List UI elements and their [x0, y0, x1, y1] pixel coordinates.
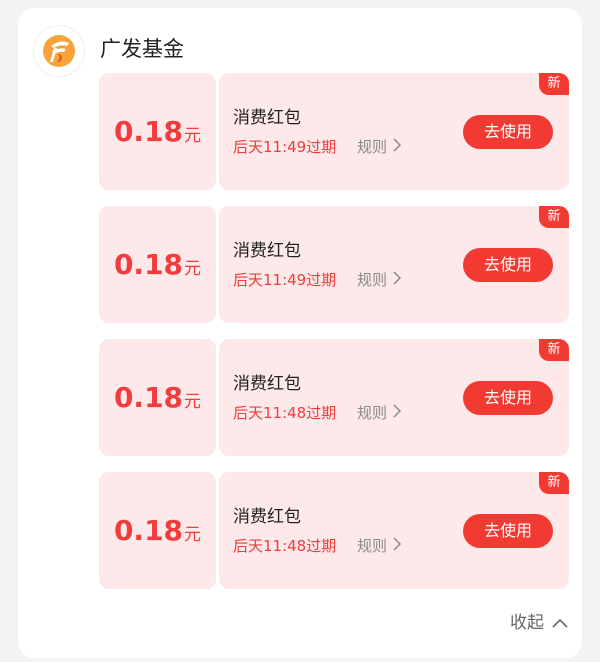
new-badge: 新 [539, 339, 569, 361]
chevron-up-icon [552, 612, 568, 634]
coupon-title: 消费红包 [233, 374, 301, 394]
coupon-amount-unit: 元 [184, 126, 202, 146]
chevron-right-icon [393, 270, 402, 290]
coupon-rule-label: 规则 [357, 271, 388, 289]
coupon-amount-value: 0.18 [113, 381, 184, 414]
chevron-right-icon [393, 536, 402, 556]
coupon-detail-panel: 消费红包 后天11:48过期 规则 去使用 新 [219, 339, 569, 456]
coupon-amount-unit: 元 [184, 259, 202, 279]
coupon-amount: 0.18元 [114, 248, 201, 281]
coupon-amount: 0.18元 [114, 381, 201, 414]
gf-fund-logo-icon [33, 25, 85, 77]
coupon-rule-link[interactable]: 规则 [357, 137, 402, 157]
new-badge: 新 [539, 73, 569, 95]
coupon-amount-value: 0.18 [113, 115, 184, 148]
coupon-rule-link[interactable]: 规则 [357, 403, 402, 423]
coupon-title: 消费红包 [233, 241, 301, 261]
coupon-card: 0.18元 消费红包 后天11:49过期 规则 去使用 新 [99, 73, 569, 190]
coupon-card: 0.18元 消费红包 后天11:48过期 规则 去使用 新 [99, 339, 569, 456]
coupon-amount-panel: 0.18元 [99, 73, 216, 190]
use-coupon-button[interactable]: 去使用 [463, 381, 553, 415]
coupon-amount-value: 0.18 [113, 514, 184, 547]
collapse-button[interactable]: 收起 [510, 612, 568, 634]
coupon-detail-panel: 消费红包 后天11:49过期 规则 去使用 新 [219, 206, 569, 323]
coupon-detail-panel: 消费红包 后天11:48过期 规则 去使用 新 [219, 472, 569, 589]
coupon-rule-link[interactable]: 规则 [357, 536, 402, 556]
coupon-amount-panel: 0.18元 [99, 472, 216, 589]
use-coupon-button[interactable]: 去使用 [463, 514, 553, 548]
chevron-right-icon [393, 137, 402, 157]
coupon-expire-time: 后天11:48过期 [233, 537, 337, 555]
use-coupon-button[interactable]: 去使用 [463, 248, 553, 282]
coupon-rule-label: 规则 [357, 537, 388, 555]
coupon-rule-label: 规则 [357, 138, 388, 156]
collapse-label: 收起 [510, 613, 544, 633]
coupon-rule-link[interactable]: 规则 [357, 270, 402, 290]
coupon-card: 0.18元 消费红包 后天11:48过期 规则 去使用 新 [99, 472, 569, 589]
chevron-right-icon [393, 403, 402, 423]
coupon-amount-unit: 元 [184, 525, 202, 545]
brand-name: 广发基金 [100, 37, 184, 61]
coupon-amount: 0.18元 [114, 115, 201, 148]
coupon-expire-time: 后天11:48过期 [233, 404, 337, 422]
use-coupon-button[interactable]: 去使用 [463, 115, 553, 149]
new-badge: 新 [539, 472, 569, 494]
coupon-amount-panel: 0.18元 [99, 206, 216, 323]
coupon-expire-time: 后天11:49过期 [233, 271, 337, 289]
coupon-detail-panel: 消费红包 后天11:49过期 规则 去使用 新 [219, 73, 569, 190]
coupon-rule-label: 规则 [357, 404, 388, 422]
coupon-card: 0.18元 消费红包 后天11:49过期 规则 去使用 新 [99, 206, 569, 323]
coupon-amount-unit: 元 [184, 392, 202, 412]
coupon-title: 消费红包 [233, 108, 301, 128]
coupon-amount-value: 0.18 [113, 248, 184, 281]
coupon-title: 消费红包 [233, 507, 301, 527]
fund-coupon-card: 广发基金 0.18元 消费红包 后天11:49过期 规则 去使用 新 0.18元 [18, 8, 582, 658]
new-badge: 新 [539, 206, 569, 228]
coupon-amount-panel: 0.18元 [99, 339, 216, 456]
coupon-amount: 0.18元 [114, 514, 201, 547]
coupon-expire-time: 后天11:49过期 [233, 138, 337, 156]
